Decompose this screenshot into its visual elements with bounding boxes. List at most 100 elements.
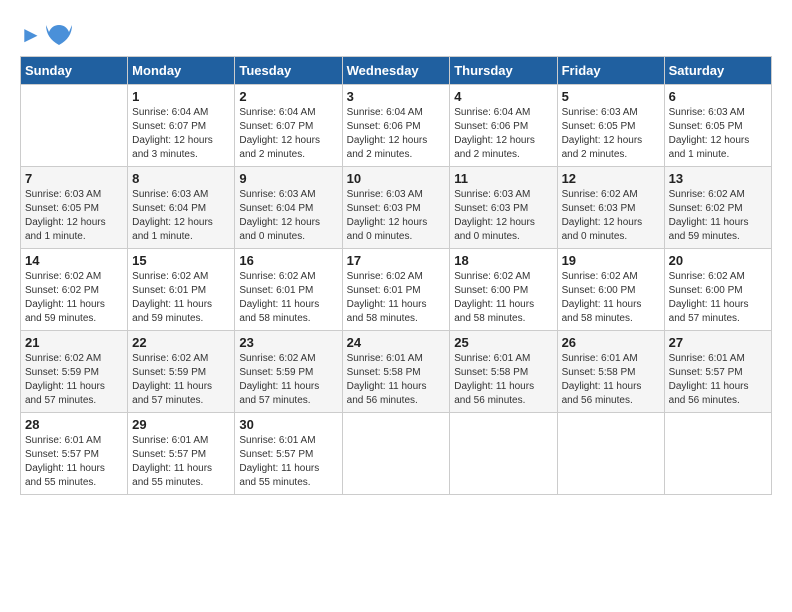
- day-number: 30: [239, 417, 337, 432]
- day-info: Sunrise: 6:02 AMSunset: 6:00 PMDaylight:…: [454, 271, 534, 324]
- calendar-cell: 11 Sunrise: 6:03 AMSunset: 6:03 PMDaylig…: [450, 167, 557, 249]
- day-info: Sunrise: 6:03 AMSunset: 6:03 PMDaylight:…: [347, 189, 428, 242]
- day-info: Sunrise: 6:01 AMSunset: 5:58 PMDaylight:…: [454, 353, 534, 406]
- day-info: Sunrise: 6:01 AMSunset: 5:58 PMDaylight:…: [347, 353, 427, 406]
- day-number: 24: [347, 335, 446, 350]
- calendar-cell: 22 Sunrise: 6:02 AMSunset: 5:59 PMDaylig…: [128, 331, 235, 413]
- day-number: 10: [347, 171, 446, 186]
- day-number: 2: [239, 89, 337, 104]
- calendar-week-row: 1 Sunrise: 6:04 AMSunset: 6:07 PMDayligh…: [21, 85, 772, 167]
- calendar-cell: 12 Sunrise: 6:02 AMSunset: 6:03 PMDaylig…: [557, 167, 664, 249]
- day-info: Sunrise: 6:02 AMSunset: 6:02 PMDaylight:…: [25, 271, 105, 324]
- day-number: 20: [669, 253, 767, 268]
- day-number: 21: [25, 335, 123, 350]
- calendar-cell: 24 Sunrise: 6:01 AMSunset: 5:58 PMDaylig…: [342, 331, 450, 413]
- calendar-table: SundayMondayTuesdayWednesdayThursdayFrid…: [20, 56, 772, 495]
- page-header: ►: [20, 20, 772, 46]
- logo: ►: [20, 20, 74, 46]
- day-info: Sunrise: 6:04 AMSunset: 6:06 PMDaylight:…: [347, 107, 428, 160]
- calendar-cell: 13 Sunrise: 6:02 AMSunset: 6:02 PMDaylig…: [664, 167, 771, 249]
- day-number: 6: [669, 89, 767, 104]
- day-info: Sunrise: 6:02 AMSunset: 6:03 PMDaylight:…: [562, 189, 643, 242]
- calendar-cell: 29 Sunrise: 6:01 AMSunset: 5:57 PMDaylig…: [128, 413, 235, 495]
- day-info: Sunrise: 6:02 AMSunset: 6:01 PMDaylight:…: [347, 271, 427, 324]
- calendar-cell: 7 Sunrise: 6:03 AMSunset: 6:05 PMDayligh…: [21, 167, 128, 249]
- calendar-cell: 1 Sunrise: 6:04 AMSunset: 6:07 PMDayligh…: [128, 85, 235, 167]
- calendar-cell: 18 Sunrise: 6:02 AMSunset: 6:00 PMDaylig…: [450, 249, 557, 331]
- day-number: 4: [454, 89, 552, 104]
- logo-text: ►: [20, 23, 42, 47]
- day-info: Sunrise: 6:03 AMSunset: 6:04 PMDaylight:…: [239, 189, 320, 242]
- calendar-cell: 16 Sunrise: 6:02 AMSunset: 6:01 PMDaylig…: [235, 249, 342, 331]
- calendar-cell: 9 Sunrise: 6:03 AMSunset: 6:04 PMDayligh…: [235, 167, 342, 249]
- calendar-cell: 10 Sunrise: 6:03 AMSunset: 6:03 PMDaylig…: [342, 167, 450, 249]
- day-number: 1: [132, 89, 230, 104]
- day-number: 25: [454, 335, 552, 350]
- day-number: 16: [239, 253, 337, 268]
- calendar-cell: 6 Sunrise: 6:03 AMSunset: 6:05 PMDayligh…: [664, 85, 771, 167]
- calendar-cell: 28 Sunrise: 6:01 AMSunset: 5:57 PMDaylig…: [21, 413, 128, 495]
- day-info: Sunrise: 6:03 AMSunset: 6:04 PMDaylight:…: [132, 189, 213, 242]
- weekday-header: Friday: [557, 57, 664, 85]
- calendar-cell: 21 Sunrise: 6:02 AMSunset: 5:59 PMDaylig…: [21, 331, 128, 413]
- day-number: 19: [562, 253, 660, 268]
- calendar-cell: 3 Sunrise: 6:04 AMSunset: 6:06 PMDayligh…: [342, 85, 450, 167]
- day-number: 27: [669, 335, 767, 350]
- day-number: 23: [239, 335, 337, 350]
- calendar-body: 1 Sunrise: 6:04 AMSunset: 6:07 PMDayligh…: [21, 85, 772, 495]
- calendar-cell: 8 Sunrise: 6:03 AMSunset: 6:04 PMDayligh…: [128, 167, 235, 249]
- day-info: Sunrise: 6:02 AMSunset: 6:00 PMDaylight:…: [562, 271, 642, 324]
- day-info: Sunrise: 6:03 AMSunset: 6:05 PMDaylight:…: [562, 107, 643, 160]
- calendar-cell: [21, 85, 128, 167]
- day-info: Sunrise: 6:01 AMSunset: 5:58 PMDaylight:…: [562, 353, 642, 406]
- day-number: 3: [347, 89, 446, 104]
- day-number: 29: [132, 417, 230, 432]
- day-info: Sunrise: 6:04 AMSunset: 6:07 PMDaylight:…: [132, 107, 213, 160]
- calendar-cell: [557, 413, 664, 495]
- day-info: Sunrise: 6:03 AMSunset: 6:05 PMDaylight:…: [669, 107, 750, 160]
- day-info: Sunrise: 6:01 AMSunset: 5:57 PMDaylight:…: [669, 353, 749, 406]
- day-info: Sunrise: 6:04 AMSunset: 6:07 PMDaylight:…: [239, 107, 320, 160]
- calendar-cell: 17 Sunrise: 6:02 AMSunset: 6:01 PMDaylig…: [342, 249, 450, 331]
- day-info: Sunrise: 6:03 AMSunset: 6:03 PMDaylight:…: [454, 189, 535, 242]
- calendar-cell: 20 Sunrise: 6:02 AMSunset: 6:00 PMDaylig…: [664, 249, 771, 331]
- day-number: 12: [562, 171, 660, 186]
- weekday-header: Wednesday: [342, 57, 450, 85]
- day-number: 18: [454, 253, 552, 268]
- day-number: 17: [347, 253, 446, 268]
- day-info: Sunrise: 6:01 AMSunset: 5:57 PMDaylight:…: [239, 435, 319, 488]
- calendar-cell: [664, 413, 771, 495]
- day-info: Sunrise: 6:02 AMSunset: 5:59 PMDaylight:…: [132, 353, 212, 406]
- day-number: 26: [562, 335, 660, 350]
- day-info: Sunrise: 6:03 AMSunset: 6:05 PMDaylight:…: [25, 189, 106, 242]
- day-info: Sunrise: 6:02 AMSunset: 6:02 PMDaylight:…: [669, 189, 749, 242]
- calendar-cell: 4 Sunrise: 6:04 AMSunset: 6:06 PMDayligh…: [450, 85, 557, 167]
- calendar-cell: 26 Sunrise: 6:01 AMSunset: 5:58 PMDaylig…: [557, 331, 664, 413]
- calendar-cell: 25 Sunrise: 6:01 AMSunset: 5:58 PMDaylig…: [450, 331, 557, 413]
- day-number: 15: [132, 253, 230, 268]
- day-info: Sunrise: 6:01 AMSunset: 5:57 PMDaylight:…: [25, 435, 105, 488]
- day-number: 5: [562, 89, 660, 104]
- day-number: 8: [132, 171, 230, 186]
- calendar-cell: 19 Sunrise: 6:02 AMSunset: 6:00 PMDaylig…: [557, 249, 664, 331]
- day-info: Sunrise: 6:02 AMSunset: 6:00 PMDaylight:…: [669, 271, 749, 324]
- weekday-header: Saturday: [664, 57, 771, 85]
- day-info: Sunrise: 6:01 AMSunset: 5:57 PMDaylight:…: [132, 435, 212, 488]
- day-number: 22: [132, 335, 230, 350]
- day-number: 7: [25, 171, 123, 186]
- calendar-cell: 14 Sunrise: 6:02 AMSunset: 6:02 PMDaylig…: [21, 249, 128, 331]
- calendar-cell: 27 Sunrise: 6:01 AMSunset: 5:57 PMDaylig…: [664, 331, 771, 413]
- calendar-cell: [342, 413, 450, 495]
- day-number: 14: [25, 253, 123, 268]
- calendar-cell: 30 Sunrise: 6:01 AMSunset: 5:57 PMDaylig…: [235, 413, 342, 495]
- calendar-cell: 15 Sunrise: 6:02 AMSunset: 6:01 PMDaylig…: [128, 249, 235, 331]
- day-info: Sunrise: 6:02 AMSunset: 6:01 PMDaylight:…: [132, 271, 212, 324]
- calendar-week-row: 7 Sunrise: 6:03 AMSunset: 6:05 PMDayligh…: [21, 167, 772, 249]
- calendar-cell: 23 Sunrise: 6:02 AMSunset: 5:59 PMDaylig…: [235, 331, 342, 413]
- day-info: Sunrise: 6:02 AMSunset: 5:59 PMDaylight:…: [239, 353, 319, 406]
- day-info: Sunrise: 6:02 AMSunset: 6:01 PMDaylight:…: [239, 271, 319, 324]
- weekday-header: Tuesday: [235, 57, 342, 85]
- calendar-week-row: 14 Sunrise: 6:02 AMSunset: 6:02 PMDaylig…: [21, 249, 772, 331]
- day-info: Sunrise: 6:04 AMSunset: 6:06 PMDaylight:…: [454, 107, 535, 160]
- logo-icon: [44, 20, 74, 50]
